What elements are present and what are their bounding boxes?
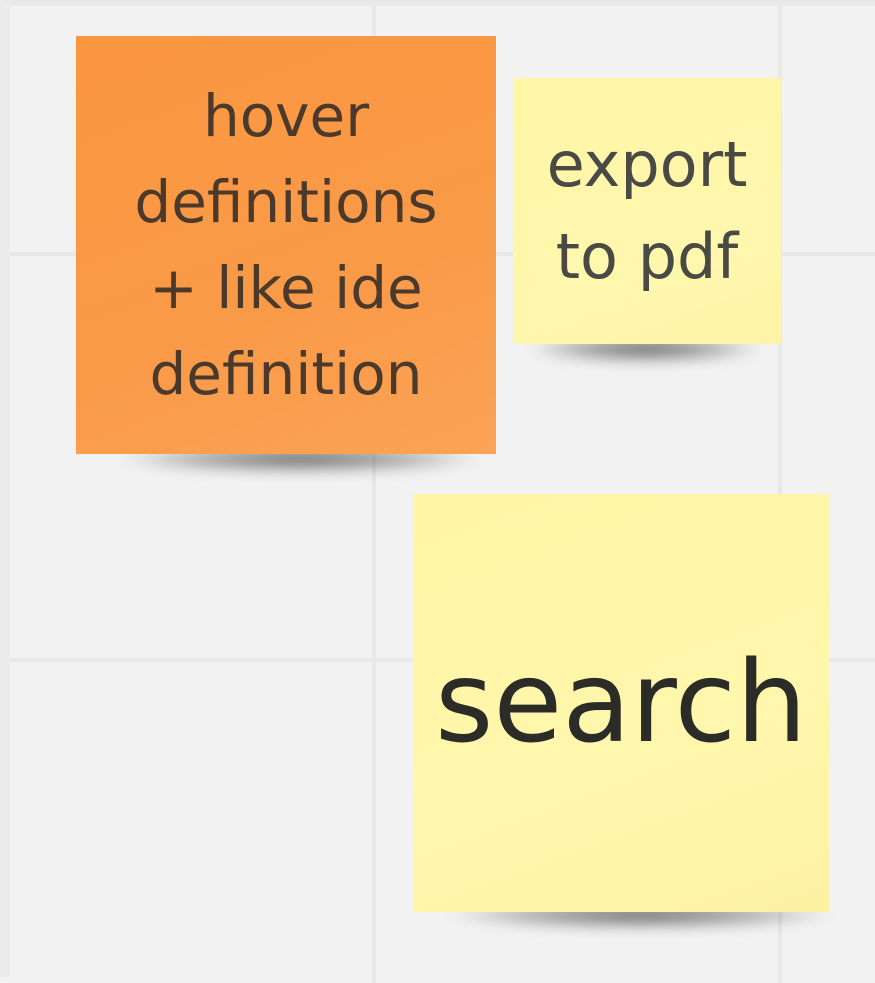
sticky-note-text: hover definitions + like ide definition [134,82,438,408]
sticky-note-text: export to pdf [546,128,748,293]
sticky-note-text: search [434,638,808,768]
sticky-note-export-to-pdf[interactable]: export to pdf [513,78,781,344]
whiteboard-canvas[interactable]: hover definitions + like ide definition … [0,0,875,983]
sticky-note-search[interactable]: search [413,494,829,912]
sticky-note-hover-definitions[interactable]: hover definitions + like ide definition [76,36,496,454]
